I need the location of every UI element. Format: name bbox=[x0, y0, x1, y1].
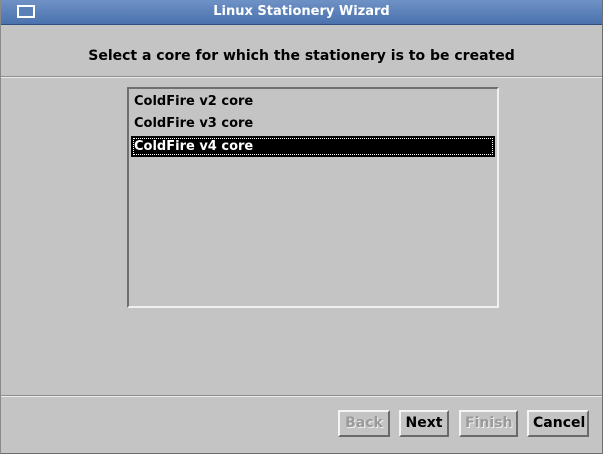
page-heading: Select a core for which the stationery i… bbox=[88, 48, 515, 64]
core-listbox[interactable]: ColdFire v2 core ColdFire v3 core ColdFi… bbox=[127, 87, 499, 308]
cancel-button[interactable]: Cancel bbox=[527, 410, 589, 437]
finish-button[interactable]: Finish bbox=[459, 410, 518, 437]
list-item-coldfire-v3[interactable]: ColdFire v3 core bbox=[131, 113, 495, 134]
title-bar[interactable]: Linux Stationery Wizard bbox=[1, 0, 602, 25]
next-button[interactable]: Next bbox=[399, 410, 449, 437]
list-item-coldfire-v2[interactable]: ColdFire v2 core bbox=[131, 91, 495, 112]
list-item-coldfire-v4[interactable]: ColdFire v4 core bbox=[131, 136, 495, 157]
bottom-divider bbox=[1, 395, 602, 397]
top-divider bbox=[1, 76, 602, 78]
window-title: Linux Stationery Wizard bbox=[213, 4, 390, 19]
wizard-window: Linux Stationery Wizard Select a core fo… bbox=[0, 0, 603, 454]
back-button[interactable]: Back bbox=[338, 410, 390, 437]
